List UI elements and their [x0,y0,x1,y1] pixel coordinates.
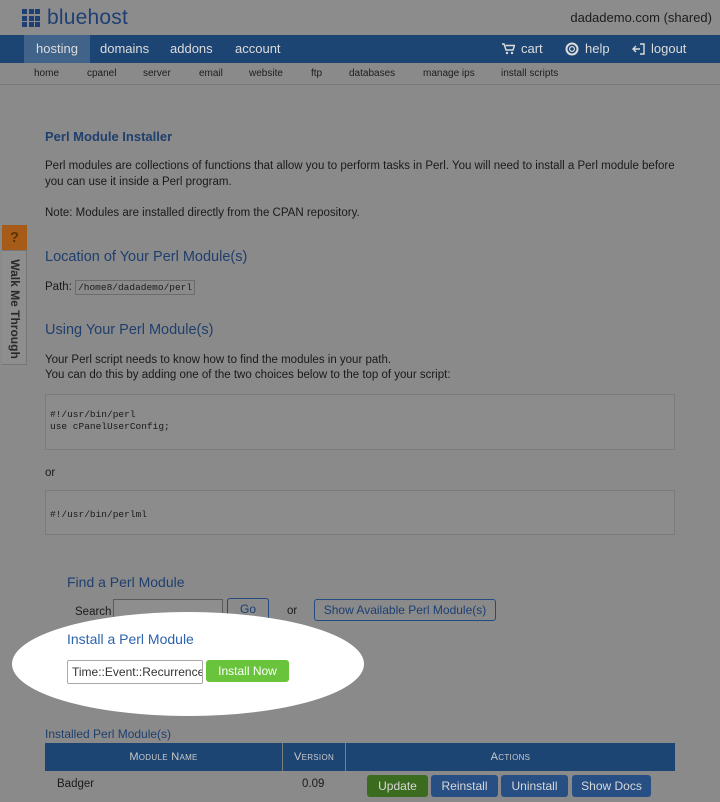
nav-domains[interactable]: domains [88,35,161,63]
top-header: bluehost dadademo.com (shared) [0,0,720,35]
code-block-1: #!/usr/bin/perl use cPanelUserConfig; [45,394,675,450]
location-title: Location of Your Perl Module(s) [45,249,248,265]
bluehost-logo[interactable]: bluehost [22,6,128,30]
using-title: Using Your Perl Module(s) [45,322,214,338]
path-value: /home8/dadademo/perl [75,280,196,295]
nav-cart-label: cart [521,41,543,56]
nav-addons[interactable]: addons [158,35,225,63]
module-name-cell: Badger [57,778,95,790]
code-1-line-1: #!/usr/bin/perl [50,409,136,420]
nav-logout-label: logout [651,41,687,56]
show-available-modules-button[interactable]: Show Available Perl Module(s) [314,599,496,621]
logo-text: bluehost [47,6,128,29]
intro-line-2: you can use it inside a Perl program. [45,176,232,188]
nav-help[interactable]: help [565,35,610,63]
subnav-cpanel[interactable]: cpanel [87,68,116,79]
update-button[interactable]: Update [367,775,428,797]
using-line-1: Your Perl script needs to know how to fi… [45,354,392,366]
using-line-2: You can do this by adding one of the two… [45,369,451,381]
reinstall-button[interactable]: Reinstall [431,775,498,797]
subnav-install-scripts[interactable]: install scripts [501,68,558,79]
cpan-note: Note: Modules are installed directly fro… [45,207,360,219]
code-block-2: #!/usr/bin/perlml [45,490,675,535]
subnav-databases[interactable]: databases [349,68,395,79]
find-title: Find a Perl Module [67,574,185,590]
logo-grid-icon [22,9,40,27]
or-separator: or [45,467,56,479]
path-line: Path: /home8/dadademo/perl [45,279,685,296]
account-domain: dadademo.com (shared) [570,10,712,25]
lifebuoy-icon [565,42,579,56]
nav-account[interactable]: account [223,35,293,63]
subnav-email[interactable]: email [199,68,223,79]
subnav-manage-ips[interactable]: manage ips [423,68,475,79]
subnav-server[interactable]: server [143,68,171,79]
page-title: Perl Module Installer [45,129,173,144]
nav-cart[interactable]: cart [502,35,543,63]
col-module-name: Module Name [129,751,198,763]
subnav-ftp[interactable]: ftp [311,68,322,79]
walk-me-label: Walk Me Through [8,259,22,359]
nav-hosting[interactable]: hosting [24,35,90,63]
path-label: Path: [45,281,72,293]
nav-logout[interactable]: logout [632,35,686,63]
show-docs-button[interactable]: Show Docs [572,775,651,797]
sub-nav: home cpanel server email website ftp dat… [0,63,720,85]
logout-icon [632,43,645,55]
module-name-input[interactable]: Time::Event::Recurrence [67,660,203,684]
subnav-home[interactable]: home [34,68,59,79]
uninstall-button[interactable]: Uninstall [501,775,568,797]
col-version: Version [293,751,335,763]
installed-table-header: Module Name Version Actions [45,743,675,771]
cart-icon [502,43,515,55]
installed-modules-title: Installed Perl Module(s) [45,727,172,741]
find-or-text: or [287,605,298,617]
module-version-cell: 0.09 [302,778,325,790]
nav-help-label: help [585,41,610,56]
code-2-line-1: #!/usr/bin/perlml [50,509,147,520]
install-title: Install a Perl Module [67,631,194,647]
intro-line-1: Perl modules are collections of function… [45,160,675,172]
subnav-website[interactable]: website [249,68,283,79]
question-icon: ? [2,225,27,250]
col-actions: Actions [490,751,531,763]
walk-me-tab-body: Walk Me Through [2,250,27,365]
code-1-line-2: use cPanelUserConfig; [50,421,170,432]
walk-me-through-tab[interactable]: ? Walk Me Through [0,225,27,365]
install-now-button[interactable]: Install Now [206,660,289,682]
main-nav: hosting domains addons account cart help… [0,35,720,63]
